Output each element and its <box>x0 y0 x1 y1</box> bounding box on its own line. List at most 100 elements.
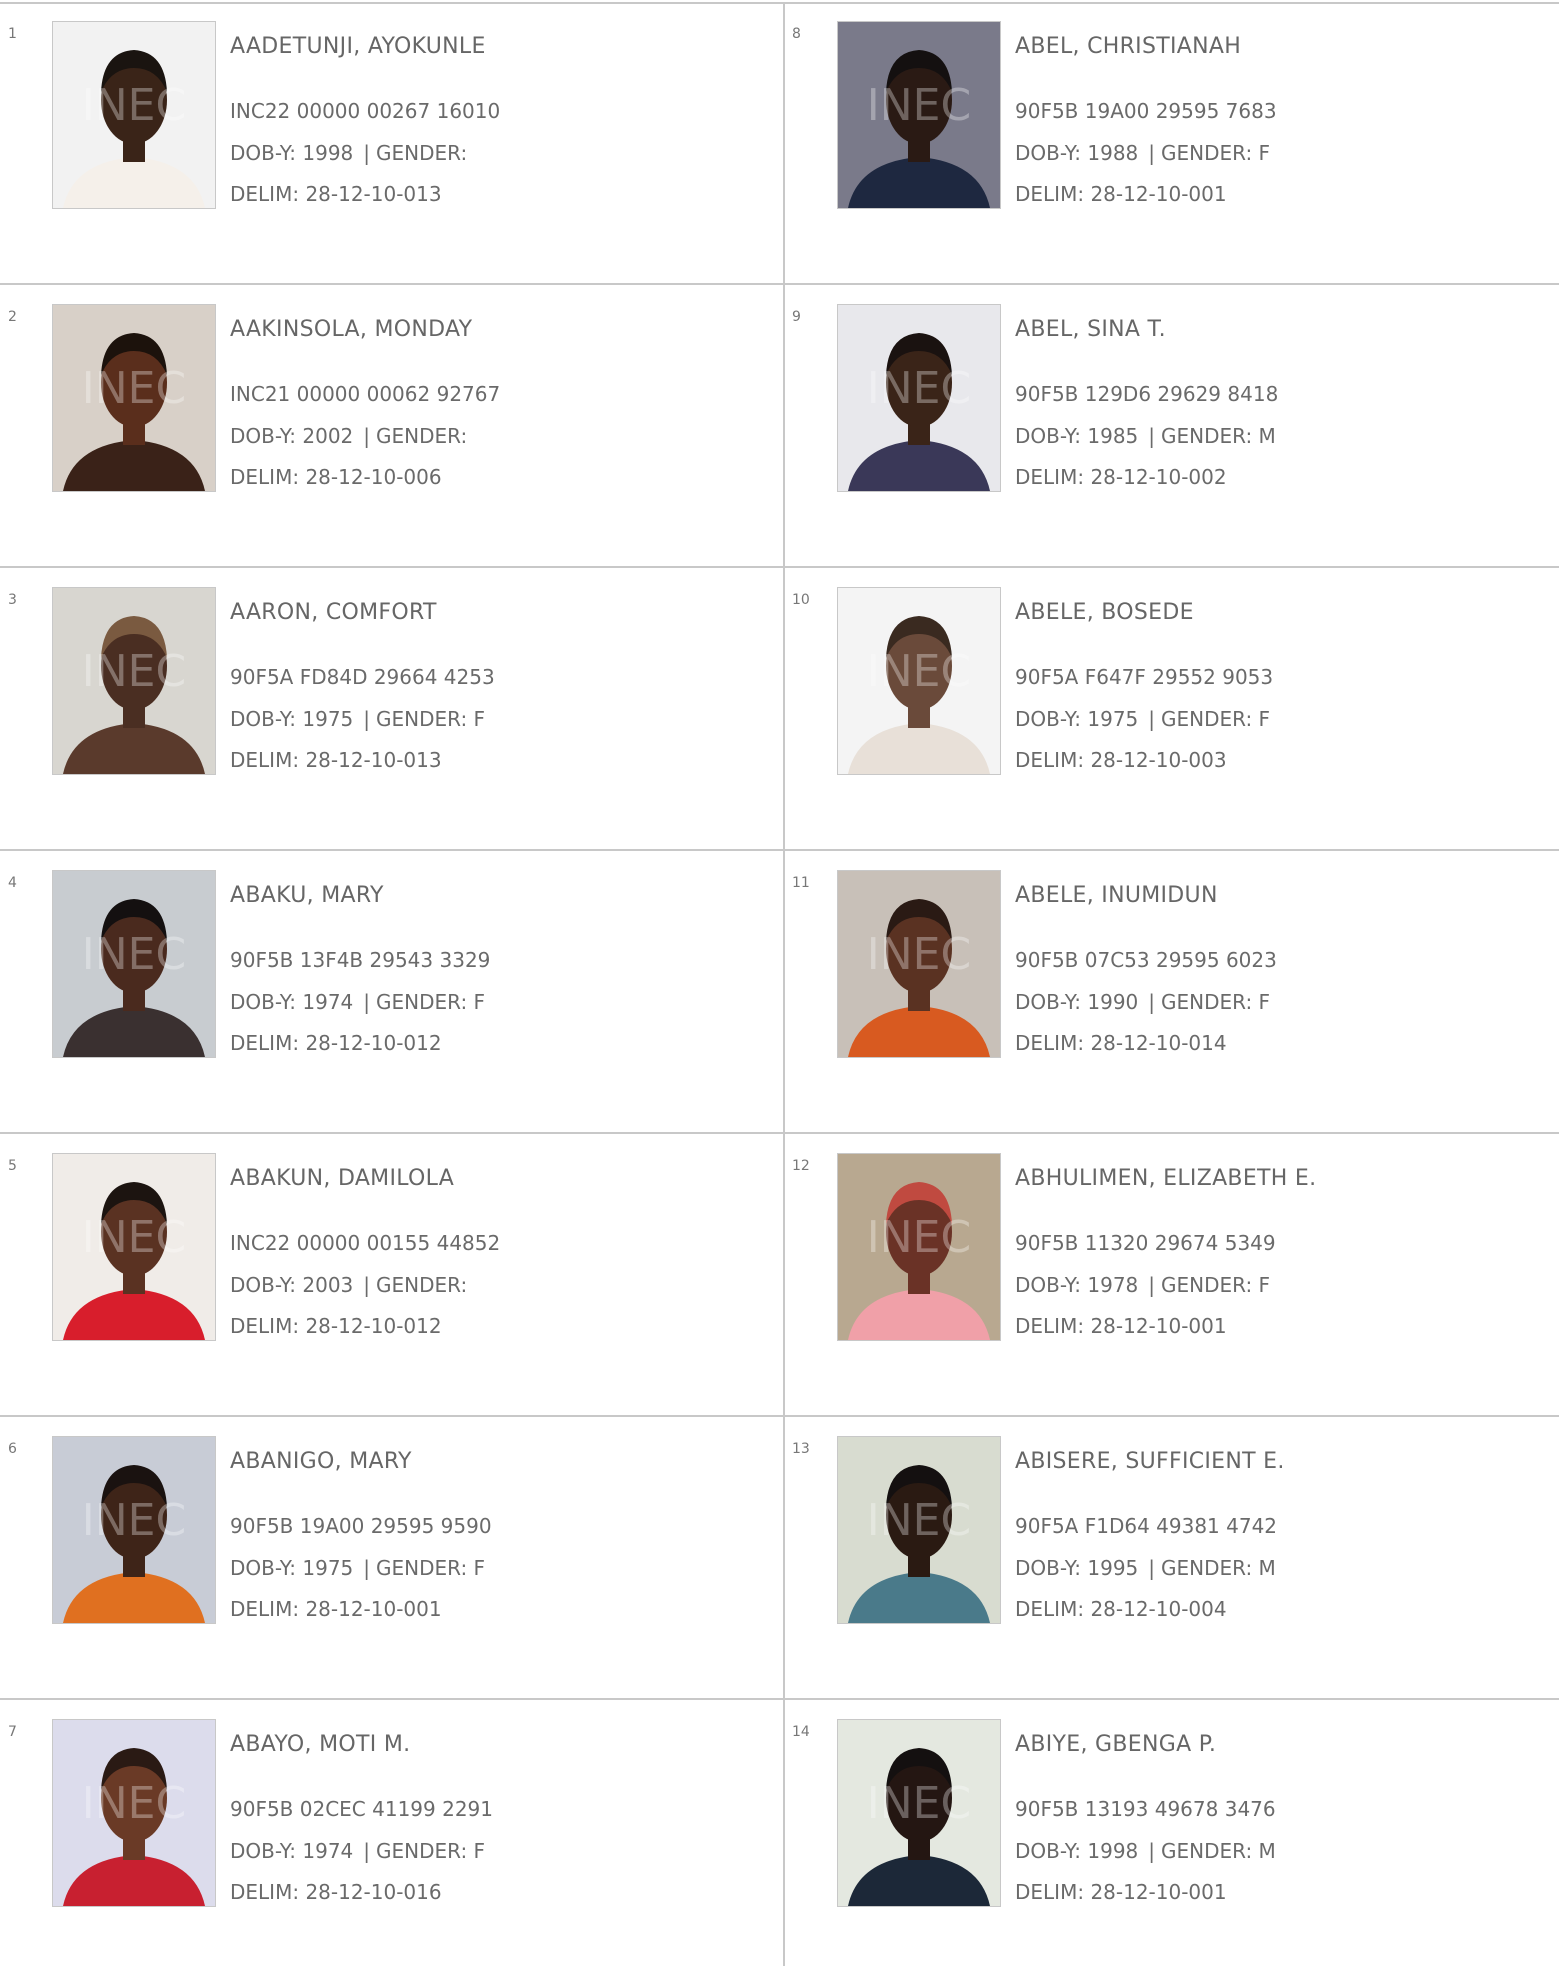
gender-value: F <box>473 1556 486 1580</box>
voter-name: ABANIGO, MARY <box>230 1449 412 1474</box>
separator: | <box>1148 1556 1156 1580</box>
separator: | <box>363 1273 371 1297</box>
voter-vin: INC22 00000 00267 16010 <box>230 99 501 123</box>
delim-value: 28-12-10-003 <box>1090 748 1227 772</box>
svg-text:INEC: INEC <box>867 1212 971 1263</box>
voter-photo: INEC <box>52 587 216 775</box>
serial-number: 11 <box>792 875 810 891</box>
voter-card: 12 INEC ABHULIMEN, ELIZABETH E. 90F5B 11… <box>785 1134 1559 1417</box>
dob-gender-line: DOB-Y: 1988 | GENDER: F <box>1015 141 1270 165</box>
voter-name: ABAKUN, DAMILOLA <box>230 1166 455 1191</box>
dob-label: DOB-Y: <box>1015 1839 1082 1863</box>
separator: | <box>1148 141 1156 165</box>
gender-label: GENDER: <box>376 424 468 448</box>
delim-line: DELIM: 28-12-10-012 <box>230 1031 442 1055</box>
dob-label: DOB-Y: <box>230 707 297 731</box>
separator: | <box>1148 1839 1156 1863</box>
voter-vin: 90F5A F1D64 49381 4742 <box>1015 1514 1278 1538</box>
gender-label: GENDER: <box>1161 1273 1253 1297</box>
serial-number: 2 <box>8 309 17 325</box>
separator: | <box>363 424 371 448</box>
dob-gender-line: DOB-Y: 1975 | GENDER: F <box>1015 707 1270 731</box>
voter-vin: 90F5B 19A00 29595 9590 <box>230 1514 492 1538</box>
dob-label: DOB-Y: <box>1015 424 1082 448</box>
delim-value: 28-12-10-002 <box>1090 465 1227 489</box>
delim-line: DELIM: 28-12-10-013 <box>230 748 442 772</box>
voter-name: AARON, COMFORT <box>230 600 437 625</box>
delim-label: DELIM: <box>230 465 300 489</box>
serial-number: 6 <box>8 1441 17 1457</box>
voter-name: AAKINSOLA, MONDAY <box>230 317 473 342</box>
delim-label: DELIM: <box>230 182 300 206</box>
svg-text:INEC: INEC <box>82 1212 186 1263</box>
gender-value: F <box>473 1839 486 1863</box>
delim-value: 28-12-10-013 <box>305 182 442 206</box>
voter-vin: 90F5B 13193 49678 3476 <box>1015 1797 1276 1821</box>
delim-value: 28-12-10-001 <box>305 1597 442 1621</box>
voter-card: 13 INEC ABISERE, SUFFICIENT E. 90F5A F1D… <box>785 1417 1559 1700</box>
serial-number: 8 <box>792 26 801 42</box>
voter-name: ABELE, INUMIDUN <box>1015 883 1218 908</box>
delim-label: DELIM: <box>1015 1314 1085 1338</box>
dob-gender-line: DOB-Y: 1985 | GENDER: M <box>1015 424 1276 448</box>
voter-card: 14 INEC ABIYE, GBENGA P. 90F5B 13193 496… <box>785 1700 1559 1981</box>
voter-photo: INEC <box>52 1719 216 1907</box>
delim-line: DELIM: 28-12-10-014 <box>1015 1031 1227 1055</box>
dob-label: DOB-Y: <box>1015 141 1082 165</box>
dob-year: 1975 <box>1087 707 1139 731</box>
delim-line: DELIM: 28-12-10-001 <box>230 1597 442 1621</box>
gender-value: M <box>1258 1556 1276 1580</box>
gender-value: M <box>1258 424 1276 448</box>
voter-vin: 90F5B 07C53 29595 6023 <box>1015 948 1277 972</box>
voter-card: 9 INEC ABEL, SINA T. 90F5B 129D6 29629 8… <box>785 285 1559 568</box>
voter-photo: INEC <box>837 304 1001 492</box>
svg-text:INEC: INEC <box>867 929 971 980</box>
delim-line: DELIM: 28-12-10-013 <box>230 182 442 206</box>
delim-line: DELIM: 28-12-10-006 <box>230 465 442 489</box>
dob-year: 2002 <box>302 424 354 448</box>
delim-label: DELIM: <box>230 1314 300 1338</box>
delim-label: DELIM: <box>1015 748 1085 772</box>
serial-number: 7 <box>8 1724 17 1740</box>
serial-number: 5 <box>8 1158 17 1174</box>
voter-name: ABELE, BOSEDE <box>1015 600 1194 625</box>
serial-number: 12 <box>792 1158 810 1174</box>
dob-year: 1998 <box>1087 1839 1139 1863</box>
svg-text:INEC: INEC <box>867 80 971 131</box>
gender-label: GENDER: <box>376 1273 468 1297</box>
dob-year: 1998 <box>302 141 354 165</box>
gender-value: F <box>1258 141 1271 165</box>
voter-card: 1 INEC AADETUNJI, AYOKUNLE INC22 00000 0… <box>0 2 783 285</box>
gender-label: GENDER: <box>376 1556 468 1580</box>
voter-vin: INC22 00000 00155 44852 <box>230 1231 501 1255</box>
gender-label: GENDER: <box>1161 1556 1253 1580</box>
delim-label: DELIM: <box>1015 1597 1085 1621</box>
delim-value: 28-12-10-012 <box>305 1031 442 1055</box>
voter-name: ABEL, SINA T. <box>1015 317 1166 342</box>
voter-photo: INEC <box>837 21 1001 209</box>
svg-text:INEC: INEC <box>82 646 186 697</box>
dob-label: DOB-Y: <box>230 1839 297 1863</box>
delim-label: DELIM: <box>230 1597 300 1621</box>
delim-label: DELIM: <box>1015 1880 1085 1904</box>
voter-name: ABISERE, SUFFICIENT E. <box>1015 1449 1285 1474</box>
dob-gender-line: DOB-Y: 1978 | GENDER: F <box>1015 1273 1270 1297</box>
delim-value: 28-12-10-001 <box>1090 182 1227 206</box>
dob-year: 2003 <box>302 1273 354 1297</box>
voter-vin: 90F5B 129D6 29629 8418 <box>1015 382 1279 406</box>
dob-gender-line: DOB-Y: 1975 | GENDER: F <box>230 707 485 731</box>
voter-card: 6 INEC ABANIGO, MARY 90F5B 19A00 29595 9… <box>0 1417 783 1700</box>
dob-year: 1974 <box>302 990 354 1014</box>
delim-line: DELIM: 28-12-10-001 <box>1015 1314 1227 1338</box>
voter-name: ABIYE, GBENGA P. <box>1015 1732 1217 1757</box>
dob-label: DOB-Y: <box>1015 1273 1082 1297</box>
voter-photo: INEC <box>837 1153 1001 1341</box>
separator: | <box>363 141 371 165</box>
gender-value: F <box>473 707 486 731</box>
dob-year: 1978 <box>1087 1273 1139 1297</box>
dob-year: 1974 <box>302 1839 354 1863</box>
dob-label: DOB-Y: <box>230 1556 297 1580</box>
voter-photo: INEC <box>837 1719 1001 1907</box>
voter-card: 2 INEC AAKINSOLA, MONDAY INC21 00000 000… <box>0 285 783 568</box>
dob-year: 1975 <box>302 707 354 731</box>
